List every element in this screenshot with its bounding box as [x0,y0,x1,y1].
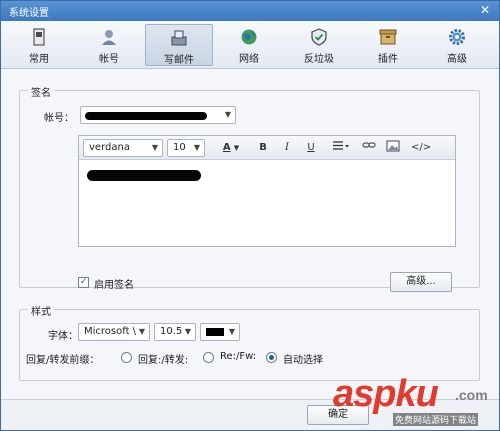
font-size-select[interactable]: 10 ▼ [167,139,205,157]
account-select[interactable]: ▼ [80,106,236,124]
image-icon [386,140,400,152]
watermark-suffix: .com [455,387,488,403]
source-code-button[interactable]: </> [411,140,431,156]
watermark-subtitle: 免费网站源码下载站 [393,413,479,426]
chevron-down-icon: ▼ [151,143,158,152]
gear-icon [449,29,465,45]
prefix-option-chinese-label: 回复:/转发: [138,355,189,366]
default-font-value: Microsoft \ [84,326,137,337]
insert-image-button[interactable] [385,140,401,156]
font-family-select[interactable]: verdana ▼ [83,139,163,157]
watermark-brand: aspku [333,373,439,415]
chevron-down-icon: ▼ [138,327,145,336]
signature-group: 签名 帐号： ▼ verdana ▼ 10 ▼ A ▼ B I U </> ✓ … [19,84,480,292]
settings-tabs: 常用 帐号 写邮件 网络 反垃圾 插件 高级 [1,21,499,69]
site-watermark: aspku .com 免费网站源码下载站 [333,373,493,429]
font-family-value: verdana [89,142,130,153]
document-icon [33,28,45,46]
tab-label: 帐号 [99,54,119,65]
signature-advanced-button[interactable]: 高级... [390,272,452,292]
color-swatch [206,328,224,336]
style-group: 样式 字体： Microsoft \ ▼ 10.5 ▼ ▼ 回复/转发前缀： 回… [19,303,480,381]
font-color-button[interactable]: A ▼ [217,140,245,156]
align-icon [333,141,349,150]
prefix-option-re-label: Re:/Fw: [220,351,257,362]
link-icon [362,142,376,148]
align-button[interactable] [329,140,353,156]
shield-icon [311,28,327,46]
reply-prefix-label: 回复/转发前缀： [26,355,100,366]
editor-toolbar: verdana ▼ 10 ▼ A ▼ B I U </> [79,136,455,160]
bold-button[interactable]: B [255,140,271,156]
redacted-account [85,112,207,120]
enable-signature-label: 启用签名 [94,280,134,291]
font-size-value: 10 [173,142,186,153]
tab-label: 高级 [447,54,467,65]
tab-plugins[interactable]: 插件 [354,24,422,66]
insert-link-button[interactable] [361,140,377,156]
tab-label: 网络 [239,54,259,65]
tab-label: 常用 [29,54,49,65]
chevron-down-icon: ▼ [184,327,191,336]
chevron-down-icon: ▼ [193,143,200,152]
font-label: 字体： [48,331,78,342]
code-icon: </> [411,142,432,153]
default-font-select[interactable]: Microsoft \ ▼ [78,323,150,341]
globe-icon [241,29,257,45]
default-color-select[interactable]: ▼ [200,323,240,341]
tab-label: 插件 [378,54,398,65]
redacted-signature-text [87,170,201,181]
settings-content: 签名 帐号： ▼ verdana ▼ 10 ▼ A ▼ B I U </> ✓ … [1,70,499,410]
default-size-select[interactable]: 10.5 ▼ [154,323,196,341]
compose-icon [171,30,187,46]
prefix-option-auto-label: 自动选择 [283,355,323,366]
style-group-title: 样式 [28,303,54,318]
tab-compose[interactable]: 写邮件 [145,24,213,66]
enable-signature-checkbox[interactable]: ✓ [78,277,89,288]
tab-label: 写邮件 [164,55,194,66]
tab-general[interactable]: 常用 [5,24,73,66]
tab-label: 反垃圾 [304,54,334,65]
prefix-option-chinese-radio[interactable] [121,352,132,363]
settings-window: 系统设置 ✕ 常用 帐号 写邮件 网络 反垃圾 插件 高级 签名 帐号： ▼ v… [0,0,500,431]
default-size-value: 10.5 [160,326,183,337]
signature-group-title: 签名 [28,84,54,99]
tab-antispam[interactable]: 反垃圾 [285,24,353,66]
italic-button[interactable]: I [279,140,295,156]
user-icon [102,30,116,45]
chevron-down-icon: ▼ [228,327,235,336]
tab-account[interactable]: 帐号 [75,24,143,66]
signature-editor[interactable]: verdana ▼ 10 ▼ A ▼ B I U </> [78,135,456,247]
tab-advanced[interactable]: 高级 [423,24,491,66]
box-icon [379,29,397,45]
font-color-label: A [222,142,231,153]
window-title: 系统设置 [9,8,49,19]
chevron-down-icon: ▼ [224,110,231,119]
tab-network[interactable]: 网络 [215,24,283,66]
close-icon[interactable]: ✕ [477,2,493,18]
account-label: 帐号： [44,113,74,124]
prefix-option-auto-radio[interactable] [266,352,277,363]
title-bar: 系统设置 ✕ [1,1,499,21]
underline-button[interactable]: U [303,140,319,156]
caret-down-icon: ▼ [233,144,240,152]
prefix-option-re-radio[interactable] [203,352,214,363]
